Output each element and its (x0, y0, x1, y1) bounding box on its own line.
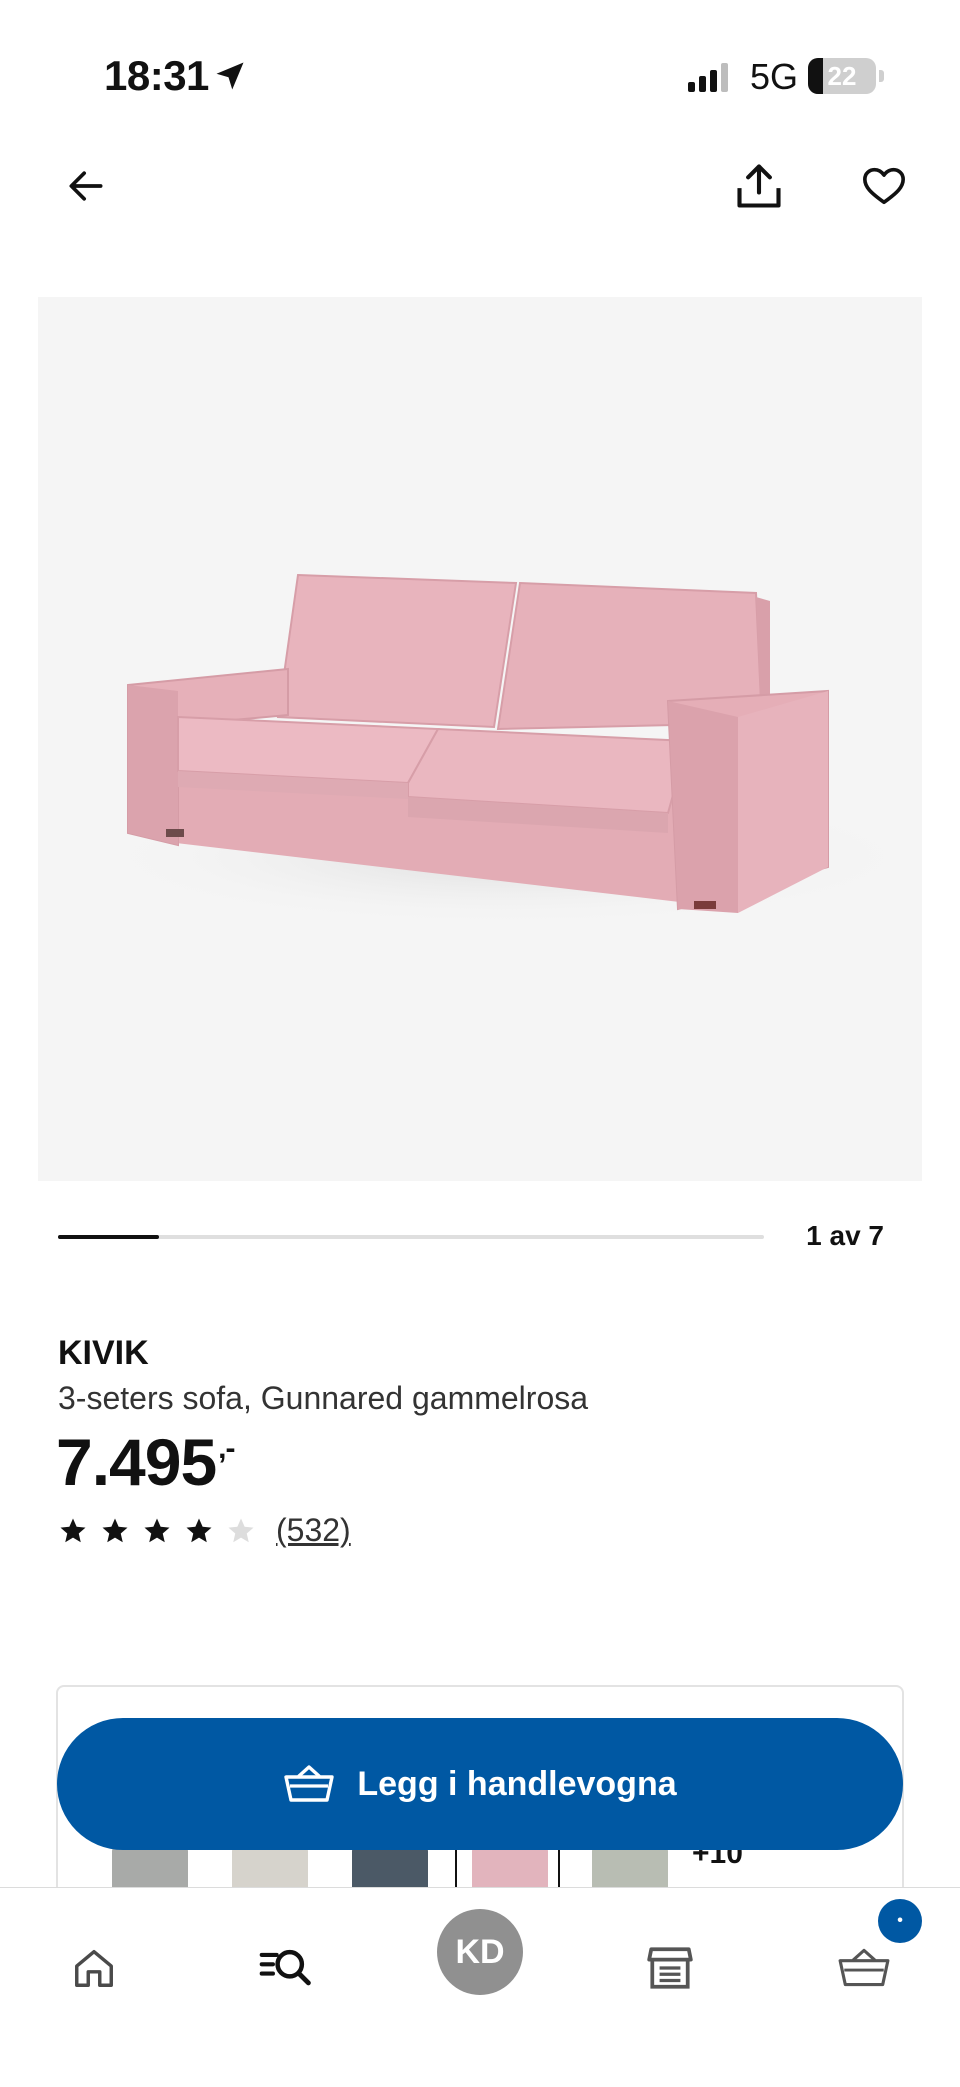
basket-icon (838, 1948, 890, 1987)
price-value: 7.495 (56, 1425, 217, 1499)
product-description: 3-seters sofa, Gunnared gammelrosa (58, 1380, 589, 1416)
tab-search[interactable] (236, 1918, 336, 2018)
search-icon (259, 1949, 311, 1986)
product-price: 7.495 ,- (56, 1424, 236, 1500)
product-rating[interactable]: (532) (58, 1512, 351, 1549)
location-arrow-icon (216, 62, 244, 90)
battery-level: 22 (827, 61, 857, 91)
star-filled-icon (144, 1518, 170, 1542)
gallery-progress-fill (58, 1235, 159, 1239)
favorite-button[interactable] (848, 150, 920, 222)
tab-stores[interactable] (620, 1918, 720, 2018)
share-button[interactable] (723, 150, 795, 222)
heart-icon (863, 167, 905, 205)
cart-badge: • (878, 1899, 922, 1943)
home-icon (75, 1949, 113, 1987)
add-to-cart-label: Legg i handlevogna (357, 1764, 677, 1803)
review-count-link[interactable]: (532) (276, 1512, 351, 1549)
arrow-left-icon (69, 171, 103, 201)
add-to-cart-button[interactable]: Legg i handlevogna (57, 1718, 903, 1850)
avatar-initials: KD (455, 1932, 505, 1971)
star-filled-icon (60, 1518, 86, 1542)
network-type: 5G (750, 56, 799, 97)
status-time: 18:31 (104, 52, 209, 99)
store-icon (647, 1947, 693, 1989)
battery-cap (879, 70, 884, 82)
price-suffix: ,- (218, 1432, 235, 1465)
battery-icon: 22 (808, 58, 876, 94)
star-filled-icon (102, 1518, 128, 1542)
back-button[interactable] (50, 150, 122, 222)
status-bar: 18:31 5G 22 (0, 0, 960, 130)
avatar: KD (437, 1909, 523, 1995)
gallery-progress-bar (58, 1235, 764, 1239)
basket-icon (284, 1765, 335, 1802)
product-image[interactable] (38, 297, 922, 1181)
tab-profile[interactable]: KD (430, 1902, 530, 2002)
rating-stars (58, 1516, 268, 1546)
star-empty-icon (228, 1518, 254, 1542)
share-icon (737, 164, 781, 208)
bottom-tab-bar: KD (0, 1887, 960, 2087)
gallery-page-counter: 1 av 7 (806, 1220, 884, 1251)
cellular-signal-icon (688, 63, 728, 92)
tab-home[interactable] (44, 1918, 144, 2018)
sofa-illustration (88, 573, 922, 927)
star-filled-icon (186, 1518, 212, 1542)
product-brand: KIVIK (58, 1334, 149, 1372)
